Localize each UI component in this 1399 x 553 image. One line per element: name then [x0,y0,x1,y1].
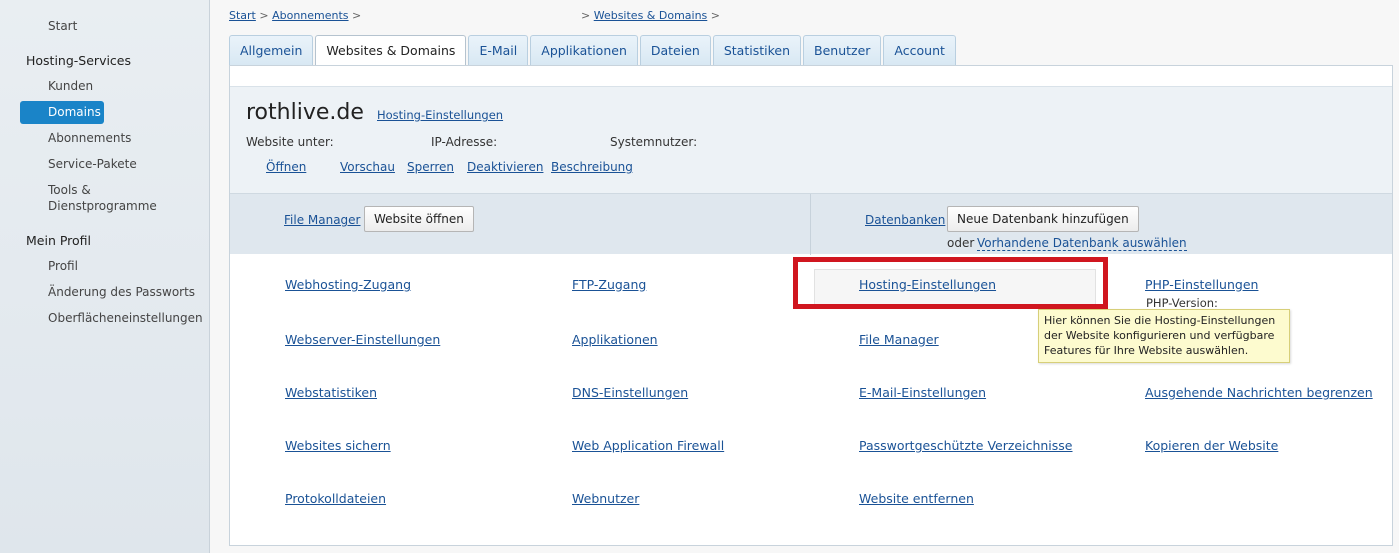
webserver-settings-link[interactable]: Webserver-Einstellungen [285,332,440,347]
hosting-settings-grid-link[interactable]: Hosting-Einstellungen [859,277,996,292]
backup-websites-link[interactable]: Websites sichern [285,438,391,453]
open-website-button[interactable]: Website öffnen [364,206,474,232]
breadcrumb-abonnements[interactable]: Abonnements [272,9,348,22]
php-settings-link[interactable]: PHP-Einstellungen [1145,277,1258,292]
web-statistics-link[interactable]: Webstatistiken [285,385,377,400]
description-link[interactable]: Beschreibung [551,160,633,174]
tab-bar: Allgemein Websites & Domains E-Mail Appl… [229,35,958,67]
hosting-settings-link[interactable]: Hosting-Einstellungen [377,108,503,122]
breadcrumb-sep-2: > [352,9,362,22]
sidebar-item-oberflaeche[interactable]: Oberflächeneinstellungen [48,310,203,326]
sidebar-item-profil[interactable]: Profil [48,258,78,274]
waf-link[interactable]: Web Application Firewall [572,438,724,453]
web-users-link[interactable]: Webnutzer [572,491,639,506]
deactivate-link[interactable]: Deaktivieren [467,160,543,174]
php-version-label: PHP-Version: [1146,296,1218,310]
tools-divider [810,194,811,255]
breadcrumb-sep-1: > [259,9,269,22]
sidebar-heading-profil: Mein Profil [26,233,92,248]
breadcrumb-websites-domains[interactable]: Websites & Domains [594,9,708,22]
email-settings-link[interactable]: E-Mail-Einstellungen [859,385,986,400]
domain-header: rothlive.de Hosting-Einstellungen Websit… [230,86,1392,255]
sidebar-heading-hosting: Hosting-Services [26,53,132,68]
suspend-link[interactable]: Sperren [407,160,454,174]
domain-panel: rothlive.de Hosting-Einstellungen Websit… [229,65,1393,546]
tooltip-line-3: Features für Ihre Website auswählen. [1044,344,1249,357]
sidebar-item-domains[interactable]: Domains [20,101,104,124]
select-database-link[interactable]: Vorhandene Datenbank auswählen [977,236,1187,251]
open-website-link[interactable]: Öffnen [266,160,306,174]
tooltip-line-2: der Website konfigurieren und verfügbare [1044,329,1275,342]
or-label: oder [947,236,975,250]
sidebar-item-passwort[interactable]: Änderung des Passworts [48,284,195,300]
ip-address-label: IP-Adresse: [431,135,498,149]
remove-website-link[interactable]: Website entfernen [859,491,974,506]
file-manager-grid-link[interactable]: File Manager [859,332,939,347]
sidebar-item-tools-line1: Tools & [48,183,91,197]
quick-tools-bar: File Manager Website öffnen Datenbanken … [230,193,1392,255]
applications-link[interactable]: Applikationen [572,332,658,347]
tooltip-line-1: Hier können Sie die Hosting-Einstellunge… [1044,314,1276,327]
sidebar-item-abonnements[interactable]: Abonnements [48,130,131,146]
tab-statistiken[interactable]: Statistiken [712,35,802,65]
tab-websites-domains[interactable]: Websites & Domains [315,35,467,67]
main-content: Start > Abonnements > > Websites & Domai… [210,0,1399,553]
tab-allgemein[interactable]: Allgemein [229,35,314,65]
domain-name: rothlive.de [246,100,364,125]
webhosting-access-link[interactable]: Webhosting-Zugang [285,277,411,292]
systemnutzer-label: Systemnutzer: [610,135,698,149]
outgoing-limit-link[interactable]: Ausgehende Nachrichten begrenzen [1145,385,1373,400]
tab-account[interactable]: Account [883,35,956,65]
databases-link[interactable]: Datenbanken [865,213,945,227]
sidebar-item-start[interactable]: Start [48,18,77,34]
sidebar-item-kunden[interactable]: Kunden [48,78,93,94]
sidebar-item-service-pakete[interactable]: Service-Pakete [48,156,137,172]
sidebar-item-tools[interactable]: Tools & Dienstprogramme [48,182,157,214]
protected-directories-link[interactable]: Passwortgeschützte Verzeichnisse [859,438,1073,453]
add-database-button[interactable]: Neue Datenbank hinzufügen [947,206,1139,232]
breadcrumb-sep-4: > [710,9,721,22]
preview-link[interactable]: Vorschau [340,160,395,174]
breadcrumb-sep-3: > [581,9,591,22]
tab-dateien[interactable]: Dateien [639,35,711,65]
ftp-access-link[interactable]: FTP-Zugang [572,277,646,292]
dns-settings-link[interactable]: DNS-Einstellungen [572,385,688,400]
breadcrumb-start[interactable]: Start [229,9,256,22]
log-files-link[interactable]: Protokolldateien [285,491,386,506]
sidebar-item-domains-label: Domains [48,105,101,119]
tab-email[interactable]: E-Mail [468,35,529,65]
sidebar-item-tools-line2: Dienstprogramme [48,199,157,213]
tab-applikationen[interactable]: Applikationen [530,35,638,65]
sidebar: Start Hosting-Services Kunden Domains Ab… [0,0,210,553]
website-unter-label: Website unter: [246,135,334,149]
breadcrumb: Start > Abonnements > [229,9,361,22]
hosting-settings-tooltip: Hier können Sie die Hosting-Einstellunge… [1038,309,1290,363]
copy-website-link[interactable]: Kopieren der Website [1145,438,1278,453]
file-manager-link[interactable]: File Manager [284,213,361,227]
breadcrumb-tail: > Websites & Domains > [581,9,720,22]
tab-benutzer[interactable]: Benutzer [803,35,882,65]
